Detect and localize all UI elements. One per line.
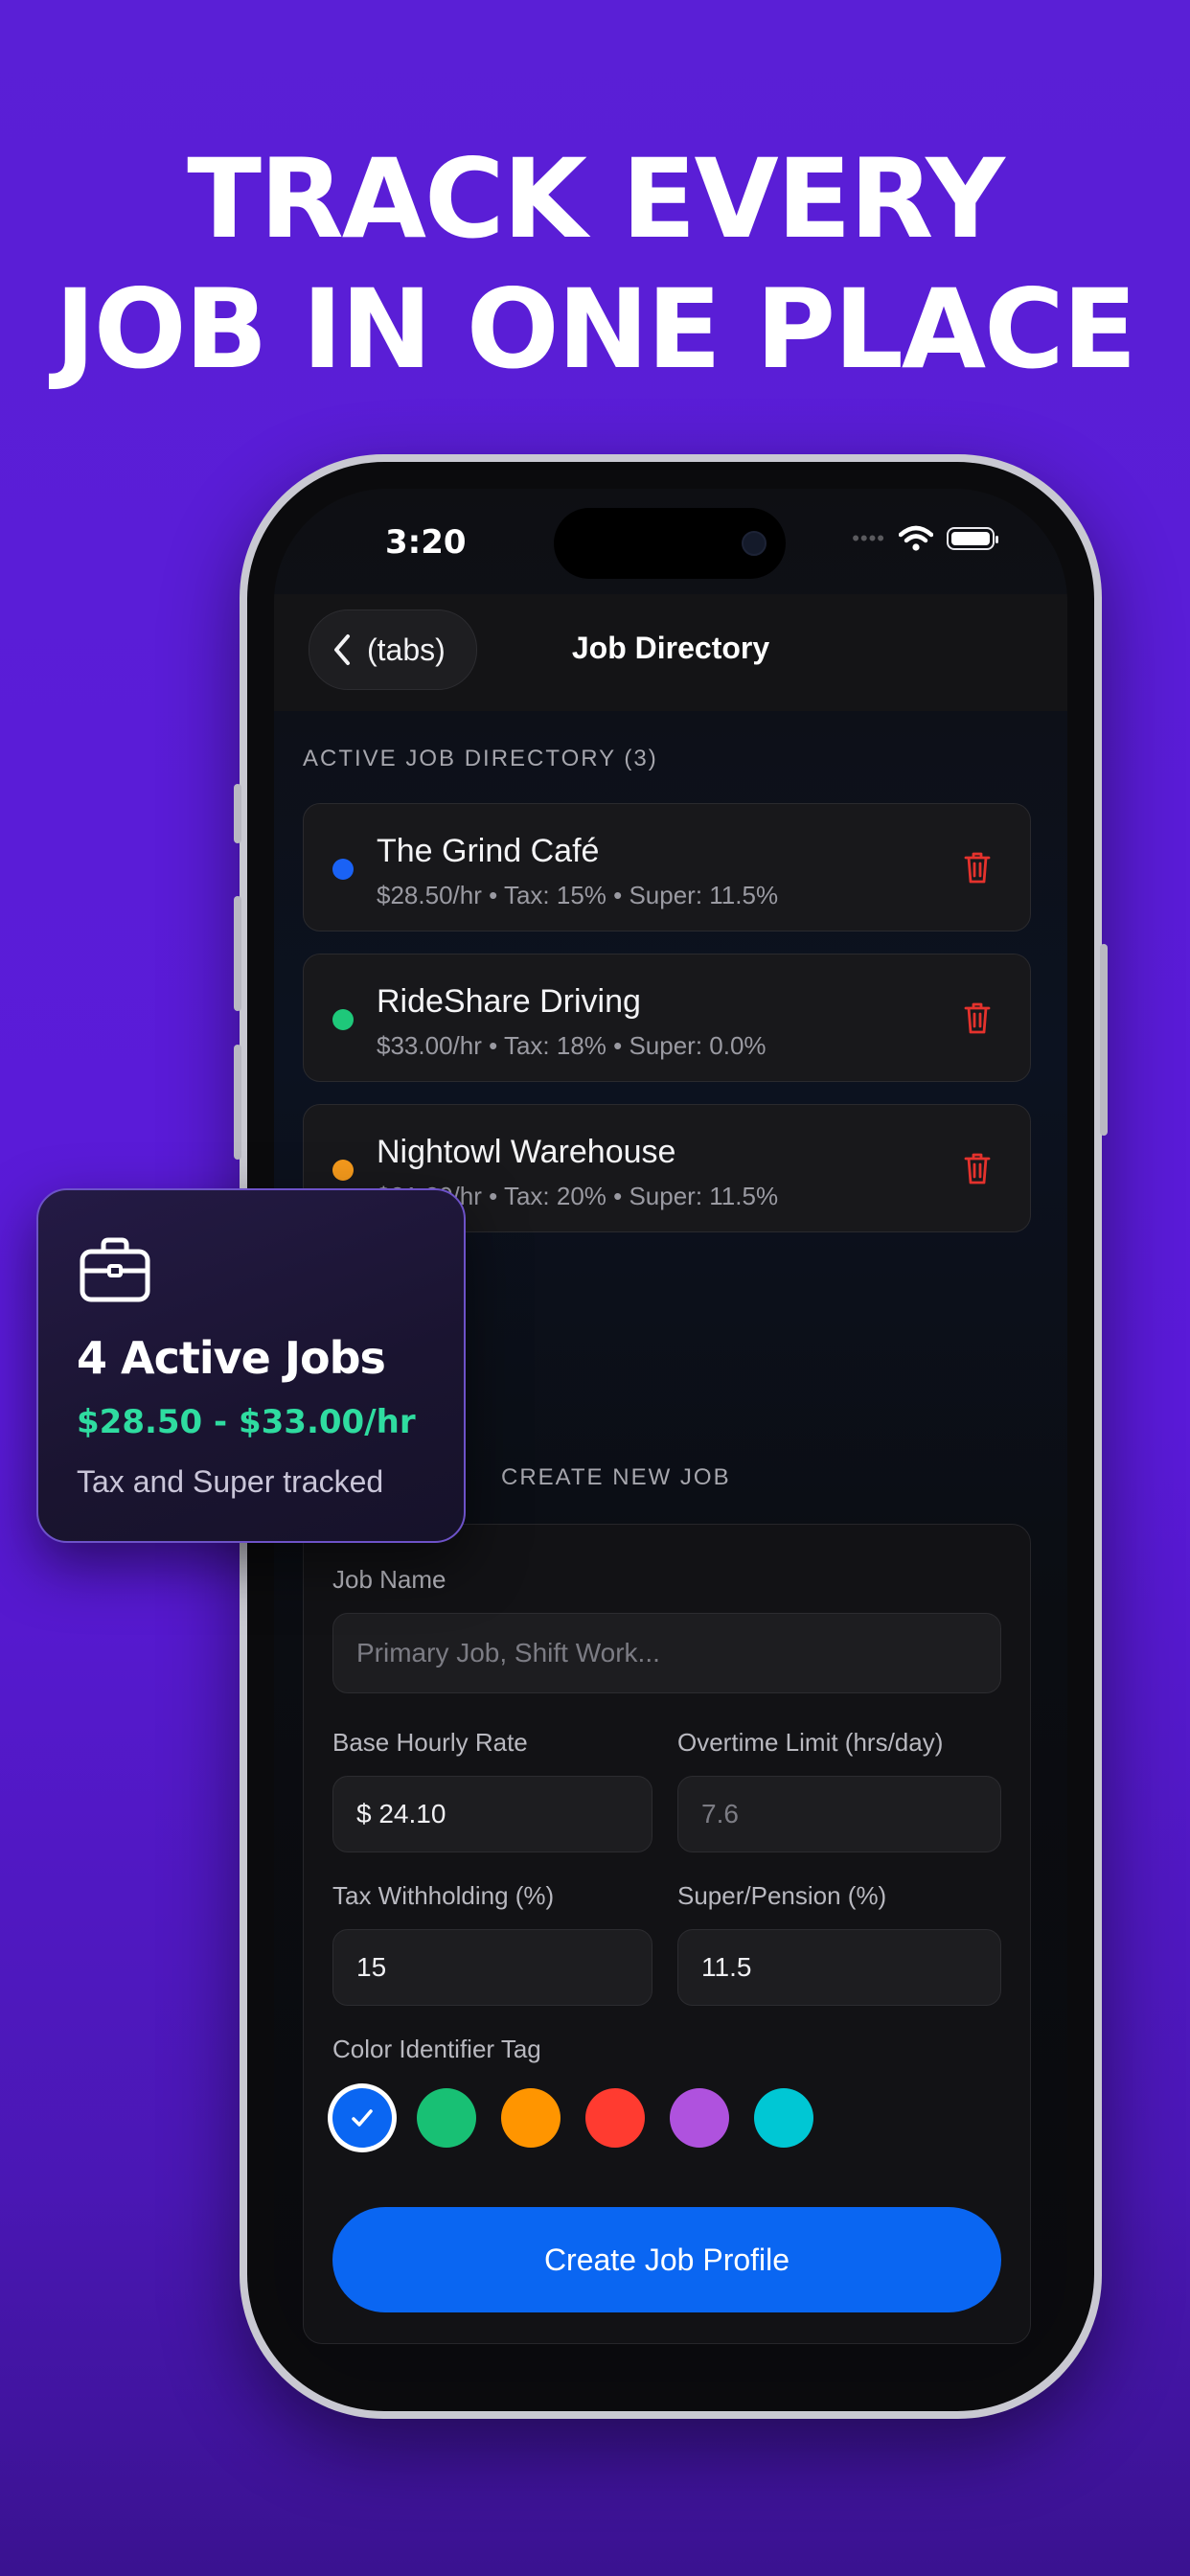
job-color-dot (332, 1009, 354, 1030)
color-swatch-purple[interactable] (670, 2088, 729, 2148)
navigation-bar: (tabs) Job Directory (274, 594, 1067, 711)
job-name: RideShare Driving (377, 983, 641, 1020)
overtime-label: Overtime Limit (hrs/day) (677, 1728, 944, 1757)
battery-icon (947, 527, 998, 550)
color-swatch-teal[interactable] (754, 2088, 813, 2148)
trash-icon[interactable] (963, 850, 992, 885)
job-card[interactable]: RideShare Driving $33.00/hr • Tax: 18% •… (303, 954, 1031, 1082)
job-name: The Grind Café (377, 833, 600, 869)
overtime-input[interactable]: 7.6 (677, 1776, 1001, 1852)
tax-input[interactable]: 15 (332, 1929, 652, 2006)
power-button (1100, 944, 1108, 1136)
dynamic-island (554, 508, 786, 579)
action-button (234, 784, 241, 843)
trash-icon[interactable] (963, 1151, 992, 1185)
trash-icon[interactable] (963, 1000, 992, 1035)
color-swatch-blue[interactable] (332, 2088, 392, 2148)
headline: TRACK EVERY JOB IN ONE PLACE (0, 134, 1190, 395)
job-card[interactable]: The Grind Café $28.50/hr • Tax: 15% • Su… (303, 803, 1031, 932)
color-swatch-red[interactable] (585, 2088, 645, 2148)
job-name-input[interactable]: Primary Job, Shift Work... (332, 1613, 1001, 1693)
page-title: Job Directory (571, 631, 770, 665)
create-job-heading: CREATE NEW JOB (501, 1464, 731, 1490)
job-name: Nightowl Warehouse (377, 1134, 676, 1170)
color-swatch-orange[interactable] (501, 2088, 561, 2148)
base-rate-input[interactable]: $ 24.10 (332, 1776, 652, 1852)
job-details: $28.50/hr • Tax: 15% • Super: 11.5% (377, 881, 779, 909)
job-name-label: Job Name (332, 1565, 446, 1594)
checkmark-icon (352, 2109, 373, 2127)
color-swatch-green[interactable] (417, 2088, 476, 2148)
color-tag-label: Color Identifier Tag (332, 2035, 541, 2063)
summary-title: 4 Active Jobs (77, 1332, 386, 1384)
super-input[interactable]: 11.5 (677, 1929, 1001, 2006)
summary-rate-range: $28.50 - $33.00/hr (77, 1403, 416, 1441)
summary-card: 4 Active Jobs $28.50 - $33.00/hr Tax and… (36, 1188, 466, 1543)
status-time: 3:20 (385, 523, 467, 562)
job-color-dot (332, 1160, 354, 1181)
summary-subtitle: Tax and Super tracked (77, 1464, 384, 1499)
status-icons: •••• (852, 525, 998, 552)
briefcase-icon (80, 1237, 150, 1302)
active-jobs-heading: ACTIVE JOB DIRECTORY (3) (303, 746, 658, 771)
volume-up-button (234, 896, 241, 1011)
create-job-form: Job Name Primary Job, Shift Work... Base… (303, 1524, 1031, 2344)
super-label: Super/Pension (%) (677, 1881, 887, 1910)
volume-down-button (234, 1045, 241, 1160)
job-details: $33.00/hr • Tax: 18% • Super: 0.0% (377, 1031, 767, 1060)
camera-icon (742, 531, 767, 556)
base-rate-label: Base Hourly Rate (332, 1728, 528, 1757)
headline-line-2: JOB IN ONE PLACE (55, 265, 1136, 393)
job-color-dot (332, 859, 354, 880)
wifi-icon (899, 525, 933, 551)
create-job-button[interactable]: Create Job Profile (332, 2207, 1001, 2312)
signal-icon: •••• (852, 526, 885, 550)
headline-line-1: TRACK EVERY (187, 135, 1005, 263)
tax-label: Tax Withholding (%) (332, 1881, 555, 1910)
